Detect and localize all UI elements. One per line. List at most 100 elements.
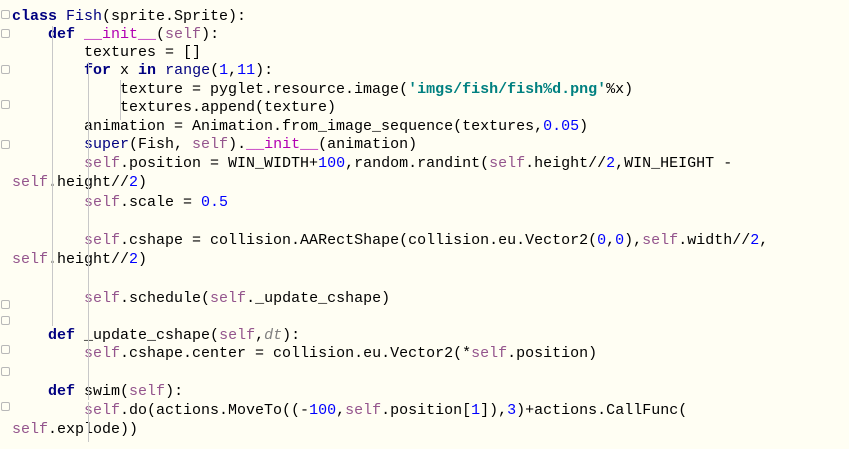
code-token: animation = Animation.from_image_sequenc…: [12, 118, 544, 135]
code-token: self: [129, 383, 166, 400]
code-token: 100: [318, 155, 346, 172]
code-line[interactable]: def _update_cshape(self,dt):: [12, 327, 300, 345]
fold-marker-icon[interactable]: [1, 345, 10, 354]
code-line[interactable]: textures = []: [12, 44, 201, 62]
fold-marker-icon[interactable]: [1, 10, 10, 19]
fold-marker-icon[interactable]: [1, 316, 10, 325]
code-token: ,random.randint(: [345, 155, 490, 172]
code-line[interactable]: super(Fish, self).__init__(animation): [12, 136, 417, 154]
code-token: self: [84, 402, 121, 419]
fold-marker-icon[interactable]: [1, 100, 10, 109]
code-token: self: [219, 327, 256, 344]
code-token: (: [156, 26, 166, 43]
code-token: ,: [606, 232, 616, 249]
code-line[interactable]: self.height//2): [12, 174, 147, 192]
code-line[interactable]: self.do(actions.MoveTo((-100,self.positi…: [12, 402, 687, 420]
code-token: class: [12, 8, 67, 25]
code-token: .cshape = collision.AARectShape(collisio…: [120, 232, 598, 249]
code-token: ): [138, 251, 148, 268]
code-line[interactable]: self.explode)): [12, 421, 138, 439]
code-token: .position): [507, 345, 598, 362]
code-token: range: [165, 62, 211, 79]
code-token: .height//: [525, 155, 607, 172]
code-line[interactable]: self.schedule(self._update_cshape): [12, 290, 390, 308]
code-token: swim: [84, 383, 121, 400]
code-token: .do(actions.MoveTo((-: [120, 402, 310, 419]
code-token: __init__: [84, 26, 157, 43]
code-token: ,: [336, 402, 346, 419]
code-token: (: [210, 327, 220, 344]
code-token: self: [210, 290, 247, 307]
code-token: .schedule(: [120, 290, 211, 307]
fold-marker-icon[interactable]: [1, 300, 10, 309]
code-token: .position[: [381, 402, 472, 419]
code-token: self: [345, 402, 382, 419]
code-token: ._update_cshape): [246, 290, 391, 307]
code-token: self: [165, 26, 202, 43]
code-token: 100: [309, 402, 337, 419]
code-token: )+actions.CallFunc(: [516, 402, 688, 419]
code-token: def: [12, 383, 85, 400]
code-token: self: [12, 174, 49, 191]
code-token: 'imgs/fish/fish%d.png': [408, 81, 607, 98]
code-token: self: [471, 345, 508, 362]
code-token: .position = WIN_WIDTH+: [120, 155, 319, 172]
code-line[interactable]: textures.append(texture): [12, 99, 336, 117]
code-line[interactable]: def swim(self):: [12, 383, 183, 401]
code-token: %x): [606, 81, 634, 98]
code-line[interactable]: self .position = WIN_WIDTH+100,random.ran…: [12, 155, 732, 173]
code-token: ).: [228, 136, 247, 153]
code-token: 2: [129, 174, 139, 191]
code-token: 1: [471, 402, 481, 419]
code-token: ):: [165, 383, 184, 400]
code-token: ): [579, 118, 589, 135]
code-token: 2: [129, 251, 139, 268]
code-token: ): [138, 174, 148, 191]
code-token: (animation): [318, 136, 418, 153]
code-token: ,WIN_HEIGHT -: [615, 155, 733, 172]
code-token: __init__: [246, 136, 319, 153]
fold-marker-icon[interactable]: [1, 367, 10, 376]
code-token: ),: [624, 232, 643, 249]
code-token: self: [84, 345, 121, 362]
fold-marker-icon[interactable]: [1, 140, 10, 149]
code-token: 11: [237, 62, 256, 79]
code-line[interactable]: self.cshape.center = collision.eu.Vector…: [12, 345, 597, 363]
code-line[interactable]: def __init__(self):: [12, 26, 219, 44]
code-token: self: [12, 421, 49, 438]
code-line[interactable]: texture = pyglet.resource.image('imgs/fi…: [12, 81, 633, 99]
code-token: super: [84, 136, 130, 153]
code-token: x: [120, 62, 139, 79]
code-token: ]),: [480, 402, 508, 419]
indent-guide: [88, 402, 89, 442]
code-token: 2: [606, 155, 616, 172]
code-token: ):: [255, 62, 274, 79]
fold-marker-icon[interactable]: [1, 65, 10, 74]
code-token: def: [12, 26, 85, 43]
code-token: 0: [615, 232, 625, 249]
code-token: .scale =: [120, 194, 202, 211]
code-token: (: [120, 383, 130, 400]
fold-marker-icon[interactable]: [1, 402, 10, 411]
code-token: _update_cshape: [84, 327, 211, 344]
code-token: self: [489, 155, 526, 172]
code-line[interactable]: self.height//2): [12, 251, 147, 269]
code-editor[interactable]: class Fish(sprite.Sprite): def __init__(…: [0, 0, 849, 449]
code-line[interactable]: animation = Animation.from_image_sequenc…: [12, 118, 588, 136]
fold-marker-icon[interactable]: [1, 29, 10, 38]
code-token: in: [138, 62, 166, 79]
code-token: textures = []: [12, 44, 202, 61]
code-line[interactable]: class Fish(sprite.Sprite):: [12, 8, 246, 26]
code-token: ):: [201, 26, 220, 43]
code-token: 2: [750, 232, 760, 249]
code-token: 0.5: [201, 194, 229, 211]
code-line[interactable]: self.scale = 0.5: [12, 194, 228, 212]
code-line[interactable]: self.cshape = collision.AARectShape(coll…: [12, 232, 768, 250]
code-token: ):: [282, 327, 301, 344]
code-token: def: [12, 327, 85, 344]
